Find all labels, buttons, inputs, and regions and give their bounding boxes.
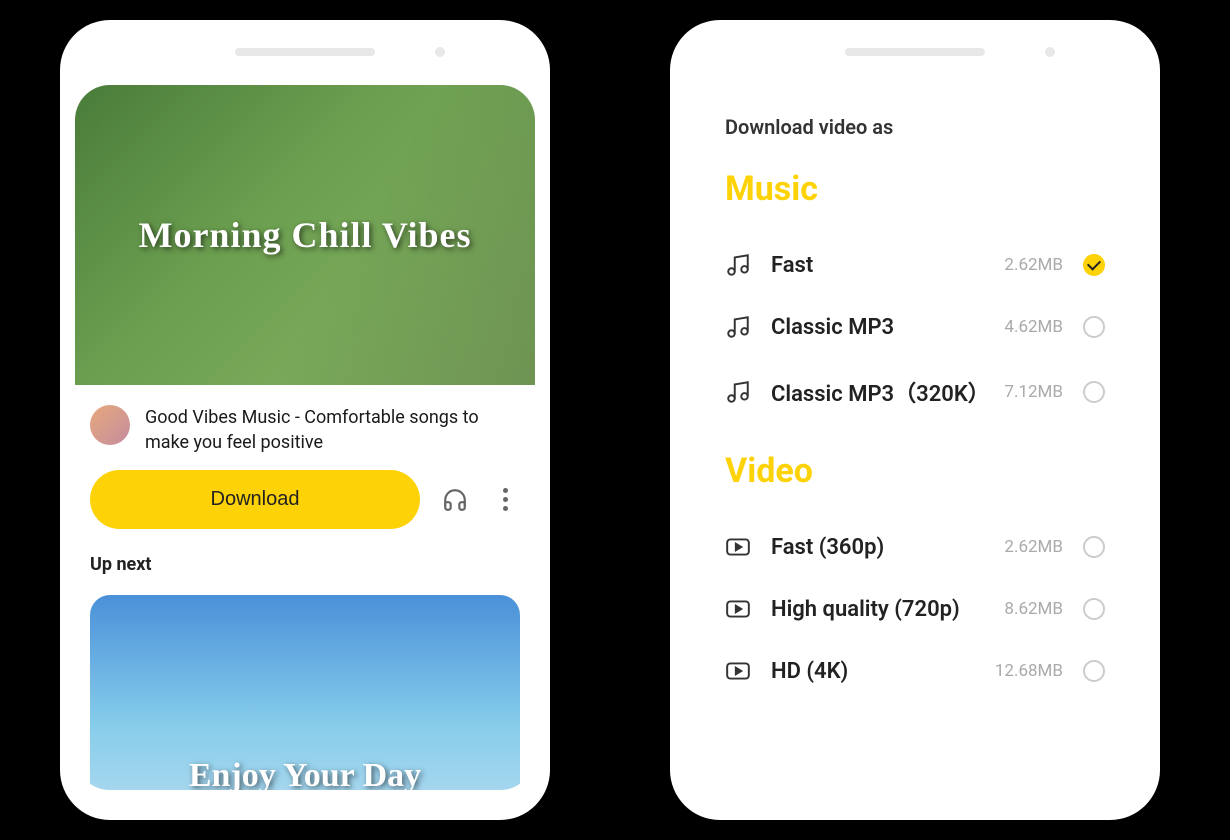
option-size: 2.62MB (1004, 255, 1063, 275)
next-video-overlay-title: Enjoy Your Day (189, 757, 421, 790)
phone-right: Download video as Music Fast 2.62MB (670, 20, 1160, 820)
video-option-4k[interactable]: HD (4K) 12.68MB (725, 640, 1105, 702)
option-label: Classic MP3（320K） (771, 376, 984, 408)
option-label: High quality (720p) (771, 597, 984, 622)
video-description: Good Vibes Music - Comfortable songs to … (145, 405, 520, 455)
action-row: Download (75, 470, 535, 554)
screen-left: Morning Chill Vibes Good Vibes Music - C… (75, 85, 535, 790)
video-section-heading: Video (725, 451, 1105, 491)
phone-left: Morning Chill Vibes Good Vibes Music - C… (60, 20, 550, 820)
screen-right: Download video as Music Fast 2.62MB (685, 85, 1145, 790)
option-size: 8.62MB (1004, 599, 1063, 619)
video-icon (725, 658, 751, 684)
speaker-icon (845, 48, 985, 56)
music-note-icon (725, 314, 751, 340)
camera-icon (435, 47, 445, 57)
video-option-720p[interactable]: High quality (720p) 8.62MB (725, 578, 1105, 640)
radio-selected[interactable] (1083, 254, 1105, 276)
music-section-heading: Music (725, 169, 1105, 209)
video-overlay-title: Morning Chill Vibes (138, 214, 471, 256)
channel-avatar[interactable] (90, 405, 130, 445)
radio-unselected[interactable] (1083, 598, 1105, 620)
download-button[interactable]: Download (90, 470, 420, 529)
video-icon (725, 596, 751, 622)
option-size: 12.68MB (995, 661, 1063, 681)
headphones-icon[interactable] (440, 485, 470, 515)
phone-notch (235, 48, 375, 56)
radio-unselected[interactable] (1083, 660, 1105, 682)
video-icon (725, 534, 751, 560)
download-panel: Download video as Music Fast 2.62MB (685, 85, 1145, 732)
video-option-360p[interactable]: Fast (360p) 2.62MB (725, 516, 1105, 578)
music-note-icon (725, 252, 751, 278)
video-info-row: Good Vibes Music - Comfortable songs to … (75, 385, 535, 470)
music-option-320k[interactable]: Classic MP3（320K） 7.12MB (725, 358, 1105, 426)
speaker-icon (235, 48, 375, 56)
option-size: 4.62MB (1004, 317, 1063, 337)
panel-title: Download video as (725, 115, 1105, 139)
camera-icon (1045, 47, 1055, 57)
music-option-fast[interactable]: Fast 2.62MB (725, 234, 1105, 296)
music-note-icon (725, 379, 751, 405)
phone-notch (845, 48, 985, 56)
option-label: Fast (360p) (771, 535, 984, 560)
up-next-label: Up next (90, 554, 520, 575)
radio-unselected[interactable] (1083, 316, 1105, 338)
option-label: HD (4K) (771, 659, 975, 684)
more-icon[interactable] (490, 485, 520, 515)
next-video-thumbnail[interactable]: Enjoy Your Day (90, 595, 520, 790)
video-thumbnail[interactable]: Morning Chill Vibes (75, 85, 535, 385)
option-size: 2.62MB (1004, 537, 1063, 557)
radio-unselected[interactable] (1083, 536, 1105, 558)
option-label: Fast (771, 253, 984, 278)
radio-unselected[interactable] (1083, 381, 1105, 403)
up-next-section: Up next Enjoy Your Day (75, 554, 535, 790)
option-size: 7.12MB (1004, 382, 1063, 402)
music-option-classic[interactable]: Classic MP3 4.62MB (725, 296, 1105, 358)
option-label: Classic MP3 (771, 315, 984, 340)
